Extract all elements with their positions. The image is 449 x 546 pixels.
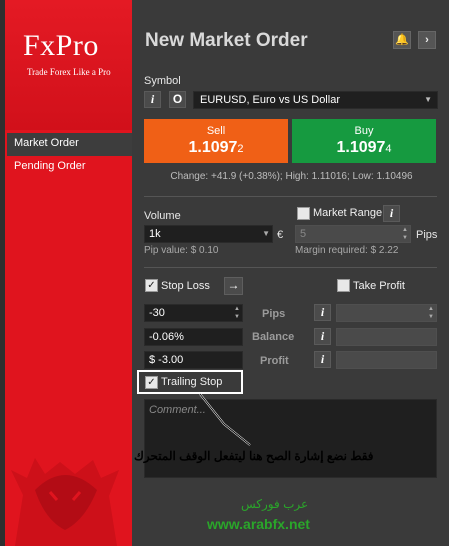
margin-required: Margin required: $ 2.22 xyxy=(295,245,399,256)
stepper-icon: ▲ ▼ xyxy=(234,306,240,320)
pips-row-label: Pips xyxy=(262,308,286,320)
currency-symbol: € xyxy=(277,229,284,241)
market-range-value: 5 xyxy=(300,228,307,240)
price-change-info: Change: +41.9 (+0.38%); High: 1.11016; L… xyxy=(170,171,413,182)
take-profit-pips-input[interactable]: ▲ ▼ xyxy=(336,304,437,322)
divider xyxy=(144,267,437,268)
buy-label: Buy xyxy=(354,125,374,137)
balance-info-icon[interactable]: i xyxy=(314,328,331,345)
chevron-down-icon: ▼ xyxy=(262,229,270,238)
buy-price-main: 1.1097 xyxy=(336,139,386,156)
stepper-icon: ▲ ▼ xyxy=(428,306,434,320)
sell-price: 1.10972 xyxy=(144,139,288,157)
buy-price: 1.10974 xyxy=(292,139,436,157)
sell-button[interactable]: Sell 1.10972 xyxy=(144,119,288,163)
volume-value: 1k xyxy=(149,228,161,240)
sidebar: FxPro Trade Forex Like a Pro Market Orde… xyxy=(0,0,132,546)
stop-loss-profit-value: $ -3.00 xyxy=(149,354,184,366)
take-profit-balance-input[interactable] xyxy=(336,328,437,346)
stop-loss-balance-value: -0.06% xyxy=(149,331,184,343)
symbol-select-value: EURUSD, Euro vs US Dollar xyxy=(200,94,340,106)
comment-textarea[interactable]: Comment... xyxy=(144,399,437,478)
bull-logo-icon xyxy=(11,458,119,546)
profit-row-label: Profit xyxy=(260,355,289,367)
stop-loss-balance-input[interactable]: -0.06% xyxy=(144,328,243,346)
market-range-info-icon[interactable]: i xyxy=(383,205,400,222)
brand-tagline: Trade Forex Like a Pro xyxy=(27,67,111,77)
market-range-input[interactable]: 5 ▲ ▼ xyxy=(295,225,411,243)
order-panel: New Market Order 🔔 › Symbol i O EURUSD, … xyxy=(132,0,449,546)
fxpro-logo: FxPro xyxy=(23,29,99,62)
stepper-icon: ▲ ▼ xyxy=(402,227,408,241)
buy-button[interactable]: Buy 1.10974 xyxy=(292,119,436,163)
take-profit-checkbox[interactable] xyxy=(337,279,350,292)
pip-value: Pip value: $ 0.10 xyxy=(144,245,219,256)
symbol-label: Symbol xyxy=(144,75,181,87)
symbol-options-icon[interactable]: O xyxy=(169,91,186,108)
brand-header xyxy=(5,0,132,130)
pips-info-icon[interactable]: i xyxy=(314,304,331,321)
volume-select[interactable]: 1k ▼ xyxy=(144,225,273,243)
brand-panel: FxPro Trade Forex Like a Pro xyxy=(5,0,132,546)
symbol-select[interactable]: EURUSD, Euro vs US Dollar ▼ xyxy=(193,91,438,109)
buy-price-pip: 4 xyxy=(385,143,392,155)
footer-url[interactable]: www.arabfx.net xyxy=(207,516,310,532)
arrow-right-icon[interactable]: → xyxy=(224,277,243,295)
market-range-label: Market Range xyxy=(313,207,383,219)
footer-brand-arabic: عرب فوركس xyxy=(241,497,309,511)
chevron-right-icon[interactable]: › xyxy=(418,31,436,49)
bell-icon[interactable]: 🔔 xyxy=(393,31,411,49)
sell-price-main: 1.1097 xyxy=(188,139,238,156)
symbol-info-icon[interactable]: i xyxy=(144,91,161,108)
trailing-stop-highlight xyxy=(137,370,243,394)
stop-loss-pips-value: -30 xyxy=(149,307,165,319)
stop-loss-label: Stop Loss xyxy=(161,280,210,292)
divider xyxy=(144,196,437,197)
sidebar-item-pending-order[interactable]: Pending Order xyxy=(7,156,132,179)
page-title: New Market Order xyxy=(145,30,308,51)
take-profit-label: Take Profit xyxy=(353,280,405,292)
order-type-nav: Market Order Pending Order xyxy=(7,133,132,179)
volume-label: Volume xyxy=(144,210,181,222)
market-range-unit: Pips xyxy=(416,229,438,241)
sidebar-item-market-order[interactable]: Market Order xyxy=(7,133,132,156)
stop-loss-pips-input[interactable]: -30 ▲ ▼ xyxy=(144,304,243,322)
market-range-checkbox[interactable] xyxy=(297,207,310,220)
sell-price-pip: 2 xyxy=(237,143,244,155)
stop-loss-checkbox[interactable]: ✓ xyxy=(145,279,158,292)
take-profit-profit-input[interactable] xyxy=(336,351,437,369)
sell-label: Sell xyxy=(206,125,226,137)
annotation-text: فقط نضع إشارة الصح هنا ليتفعل الوقف المت… xyxy=(134,449,374,463)
chevron-down-icon: ▼ xyxy=(424,95,432,104)
balance-row-label: Balance xyxy=(252,331,295,343)
stop-loss-profit-input[interactable]: $ -3.00 xyxy=(144,351,243,369)
profit-info-icon[interactable]: i xyxy=(314,351,331,368)
